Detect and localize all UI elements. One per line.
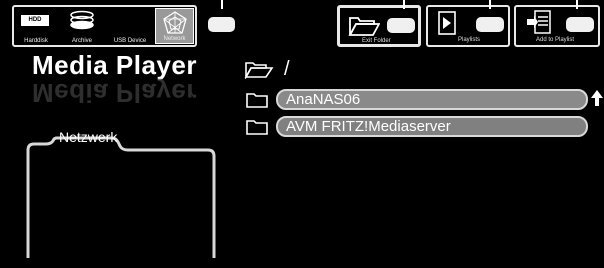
add-to-playlist-panel[interactable]: Add to Playlist <box>514 5 600 47</box>
page-title-reflection: Media Player <box>32 78 197 108</box>
top-toolbar: HDD Harddisk Archive USB Device Network … <box>0 0 604 50</box>
network-icon <box>163 11 187 34</box>
playlists-button[interactable] <box>476 17 504 32</box>
breadcrumb: / <box>284 58 290 80</box>
info-panel <box>26 136 216 258</box>
add-to-playlist-icon <box>527 10 551 34</box>
archive-icon <box>70 10 94 30</box>
button-indicator <box>403 0 405 9</box>
open-folder-icon <box>348 17 380 36</box>
exit-folder-button[interactable] <box>387 18 415 33</box>
button-indicator <box>221 0 223 9</box>
source-usb-device[interactable]: USB Device <box>108 7 152 45</box>
exit-folder-panel[interactable]: Exit Folder <box>337 5 421 47</box>
open-folder-icon <box>244 62 274 79</box>
playlists-panel[interactable]: Playlists <box>426 5 510 47</box>
usb-device-icon <box>116 13 144 29</box>
source-action-button[interactable] <box>208 17 235 32</box>
playlists-label: Playlists <box>458 37 481 43</box>
add-to-playlist-label: Add to Playlist <box>536 37 575 43</box>
list-item-folder[interactable]: AVM FRITZ!Mediaserver <box>276 116 588 137</box>
folder-icon <box>246 93 268 108</box>
folder-icon <box>246 120 268 135</box>
list-item-folder[interactable]: AnaNAS06 <box>276 89 588 110</box>
folder-name: AVM FRITZ!Mediaserver <box>286 118 451 135</box>
source-label: Archive <box>71 38 92 44</box>
source-network[interactable]: Network <box>155 8 194 44</box>
info-panel-tab-label: Netzwerk <box>59 129 118 145</box>
harddisk-icon: HDD <box>21 15 49 26</box>
scroll-up-arrow-icon[interactable] <box>590 89 604 107</box>
source-label: Network <box>163 36 186 42</box>
exit-folder-label: Exit Folder <box>362 38 391 44</box>
add-to-playlist-button[interactable] <box>566 17 594 32</box>
source-selector: HDD Harddisk Archive USB Device Network <box>12 5 197 47</box>
source-label: USB Device <box>113 38 147 44</box>
button-indicator <box>576 0 578 9</box>
button-indicator <box>489 0 491 9</box>
source-label: Harddisk <box>24 38 48 44</box>
source-harddisk[interactable]: HDD Harddisk <box>16 7 56 45</box>
playlist-icon <box>438 11 456 35</box>
folder-name: AnaNAS06 <box>286 91 361 108</box>
source-archive[interactable]: Archive <box>62 7 102 45</box>
